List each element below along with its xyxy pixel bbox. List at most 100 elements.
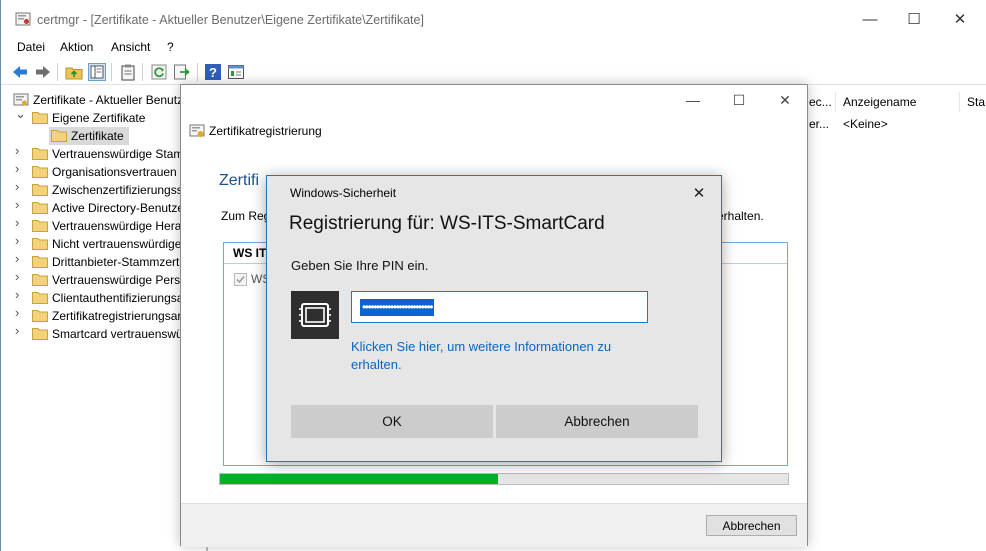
column-separator[interactable] [835,92,836,112]
request-list-header-label: WS IT [233,246,267,260]
up-folder-icon[interactable] [65,63,83,81]
folder-icon [32,220,48,232]
folder-icon [32,292,48,304]
tree-item[interactable]: › Vertrauenswürdige Perso [1,270,183,289]
chevron-right-icon[interactable]: › [15,216,25,229]
properties-icon[interactable] [227,63,245,81]
pin-prompt: Geben Sie Ihre PIN ein. [291,258,429,273]
tree-item-label: Vertrauenswürdige Stamm [52,147,183,161]
title-bar: certmgr - [Zertifikate - Aktueller Benut… [1,0,986,38]
menu-datei[interactable]: Datei [17,40,45,54]
enroll-footer: Abbrechen [181,503,807,547]
tree-root[interactable]: Zertifikate - Aktueller Benutzer [1,91,183,109]
more-info-link[interactable]: Klicken Sie hier, um weitere Information… [351,338,651,374]
tree-item-label: Clientauthentifizierungsa [52,291,183,305]
chevron-right-icon[interactable]: › [15,270,25,283]
chevron-right-icon[interactable]: › [15,306,25,319]
menu-ansicht[interactable]: Ansicht [111,40,150,54]
pin-input[interactable]: ••••••••••••••••••••••••• [351,291,648,323]
menu-bar: Datei Aktion Ansicht ? [1,38,986,58]
list-cell-anzeigename[interactable]: <Keine> [843,117,888,131]
tree-item[interactable]: › Clientauthentifizierungsa [1,288,183,307]
tree-item-label: Zertifikate [71,129,124,143]
refresh-icon[interactable] [150,63,168,81]
help-icon[interactable]: ? [204,63,222,81]
toolbar-separator [197,63,198,81]
enroll-title-bar: — ☐ ✕ [181,85,807,115]
enroll-close-button[interactable]: ✕ [765,89,805,111]
folder-icon [32,148,48,160]
close-button[interactable]: ✕ [937,0,983,38]
svg-text:?: ? [209,65,217,80]
chevron-right-icon[interactable]: › [15,288,25,301]
chevron-right-icon[interactable]: › [15,324,25,337]
maximize-button[interactable]: ☐ [891,0,937,38]
toolbar-separator [111,63,112,81]
tree-item[interactable]: › Zertifikatregistrierungsar [1,306,183,325]
chevron-right-icon[interactable]: › [15,180,25,193]
tree-item[interactable]: › Nicht vertrauenswürdige [1,234,183,253]
list-cell-zweck[interactable]: er... [809,117,829,131]
tree-item-label: Vertrauenswürdige Herau [52,219,183,233]
progress-fill [220,474,499,484]
tree-item-label: Eigene Zertifikate [52,111,146,125]
chevron-right-icon[interactable]: › [15,234,25,247]
smartcard-chip-icon [291,291,339,339]
column-header-anzeigename[interactable]: Anzeigename [843,95,916,109]
security-dialog-title: Windows-Sicherheit [290,186,397,200]
folder-icon [32,274,48,286]
minimize-button[interactable]: — [847,0,893,38]
tree-item[interactable]: › Zwischenzertifizierungsst [1,180,183,199]
tree-item[interactable]: › Organisationsvertrauen [1,162,183,181]
column-separator[interactable] [959,92,960,112]
tree-item-label: Active Directory-Benutze [52,201,183,215]
tree-item-label: Drittanbieter-Stammzerti [52,255,183,269]
forward-icon[interactable] [34,63,52,81]
tree-item-label: Organisationsvertrauen [52,165,177,179]
folder-icon [32,256,48,268]
column-header-status[interactable]: Sta [967,95,985,109]
security-close-button[interactable]: ✕ [685,182,713,204]
folder-icon [32,184,48,196]
tree-item[interactable]: Zertifikate [1,127,183,145]
security-cancel-button[interactable]: Abbrechen [496,405,698,438]
toolbar: ? [1,58,986,85]
column-header-zweck[interactable]: ec... [809,95,832,109]
checkmark-icon [236,276,245,284]
request-checkbox[interactable] [234,273,247,286]
tree-item[interactable]: › Vertrauenswürdige Herau [1,216,183,235]
enroll-caption: Zertifikatregistrierung [209,124,322,138]
enroll-heading: Zertifi [219,172,259,189]
menu-help[interactable]: ? [167,40,174,54]
windows-security-dialog: Windows-Sicherheit ✕ Registrierung für: … [266,175,722,462]
clipboard-icon[interactable] [119,63,137,81]
enroll-minimize-button[interactable]: — [673,89,713,111]
chevron-right-icon[interactable]: › [15,198,25,211]
chevron-right-icon[interactable]: › [15,144,25,157]
export-icon[interactable] [173,63,191,81]
tree-item[interactable]: › Smartcard vertrauenswür [1,324,183,343]
enrollment-progress-bar [219,473,789,485]
chevron-right-icon[interactable]: › [15,162,25,175]
toolbar-separator [57,63,58,81]
ok-button[interactable]: OK [291,405,493,438]
chevron-right-icon[interactable]: › [15,252,25,265]
tree-root-label: Zertifikate - Aktueller Benutzer [33,93,183,107]
enroll-cancel-button[interactable]: Abbrechen [706,515,797,536]
tree-item[interactable]: › Active Directory-Benutze [1,198,183,217]
security-heading: Registrierung für: WS-ITS-SmartCard [289,213,605,234]
back-icon[interactable] [11,63,29,81]
enroll-description: Zum Reg [221,209,271,223]
chevron-down-icon[interactable]: ⌄ [15,107,26,120]
tree-item[interactable]: › Drittanbieter-Stammzerti [1,252,183,271]
window-title: certmgr - [Zertifikate - Aktueller Benut… [37,13,424,27]
tree-item[interactable]: ⌄ Eigene Zertifikate [1,107,183,127]
pin-masked-value: ••••••••••••••••••••••••• [360,299,435,316]
enroll-maximize-button[interactable]: ☐ [719,89,759,111]
tree-item-label: Smartcard vertrauenswür [52,327,183,341]
folder-icon [51,130,67,142]
tree-item-label: Vertrauenswürdige Perso [52,273,183,287]
menu-aktion[interactable]: Aktion [60,40,93,54]
tree-item[interactable]: › Vertrauenswürdige Stamm [1,144,183,163]
show-hide-tree-icon[interactable] [88,63,106,81]
